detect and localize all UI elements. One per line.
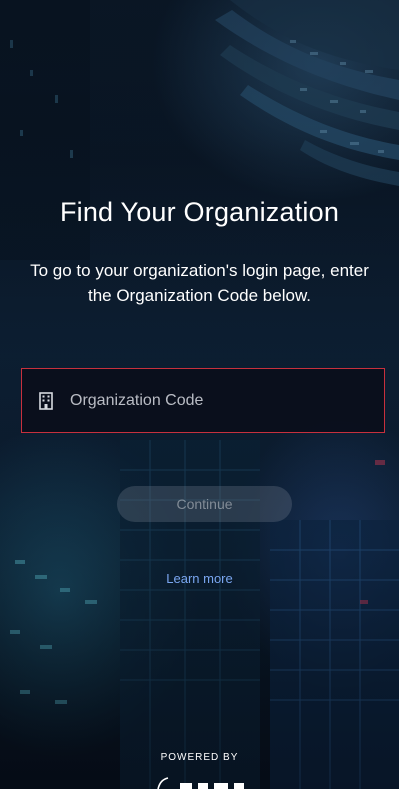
page-title: Find Your Organization: [59, 197, 340, 227]
brand-logo: [0, 775, 399, 789]
login-screen: Find Your Organization To go to your org…: [0, 0, 399, 789]
page-subtitle: To go to your organization's login page,…: [30, 261, 369, 305]
building-icon: [38, 391, 54, 411]
content: Find Your Organization To go to your org…: [0, 0, 399, 789]
continue-button[interactable]: Continue: [117, 486, 292, 522]
powered-by-label: POWERED BY: [160, 752, 239, 763]
organization-code-field[interactable]: [21, 368, 385, 433]
learn-more-link[interactable]: Learn more: [0, 571, 399, 586]
organization-code-input[interactable]: [70, 391, 372, 410]
